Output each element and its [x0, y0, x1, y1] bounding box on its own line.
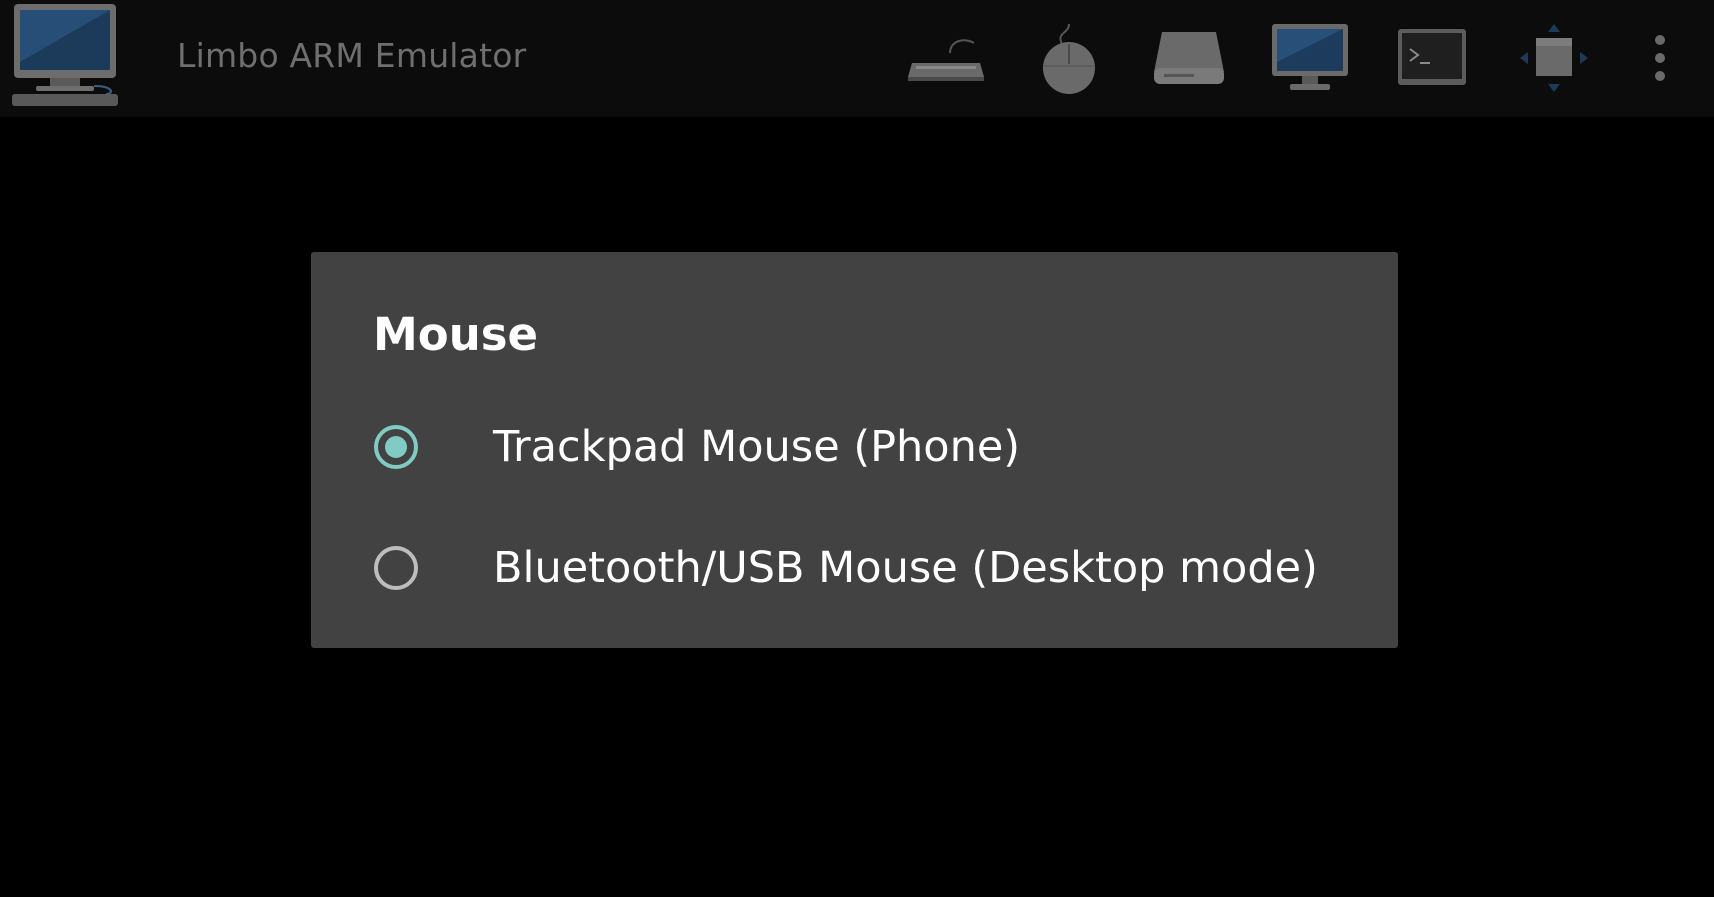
terminal-icon — [1398, 29, 1466, 85]
radio-button-unchecked[interactable] — [374, 546, 418, 590]
mouse-mode-dialog: Mouse Trackpad Mouse (Phone) Bluetooth/U… — [311, 252, 1398, 648]
emulator-screen: Limbo ARM Emulator Mouse Trackpad Mouse … — [0, 0, 1714, 897]
dialog-title: Mouse — [373, 308, 539, 361]
radio-dot — [385, 436, 407, 458]
radio-button-checked[interactable] — [374, 425, 418, 469]
mouse-icon — [1043, 23, 1095, 94]
option-label: Bluetooth/USB Mouse (Desktop mode) — [493, 543, 1318, 593]
resize-button[interactable] — [1518, 18, 1590, 98]
app-toolbar: Limbo ARM Emulator — [0, 0, 1714, 117]
monitor-icon — [1272, 24, 1348, 90]
hard-drive-icon — [1154, 32, 1224, 84]
overflow-menu-button[interactable] — [1644, 18, 1676, 98]
drive-button[interactable] — [1152, 18, 1226, 98]
app-title: Limbo ARM Emulator — [177, 36, 527, 75]
mouse-button[interactable] — [1036, 18, 1102, 98]
desktop-computer-icon — [10, 2, 120, 108]
display-button[interactable] — [1270, 18, 1350, 98]
console-button[interactable] — [1396, 18, 1468, 98]
more-vertical-icon — [1655, 35, 1665, 81]
option-label: Trackpad Mouse (Phone) — [493, 422, 1021, 472]
keyboard-icon — [908, 39, 984, 81]
move-arrows-icon — [1520, 24, 1588, 92]
option-bluetooth-usb-mouse[interactable]: Bluetooth/USB Mouse (Desktop mode) — [311, 516, 1398, 626]
keyboard-button[interactable] — [904, 18, 988, 98]
option-trackpad-mouse[interactable]: Trackpad Mouse (Phone) — [311, 395, 1398, 505]
